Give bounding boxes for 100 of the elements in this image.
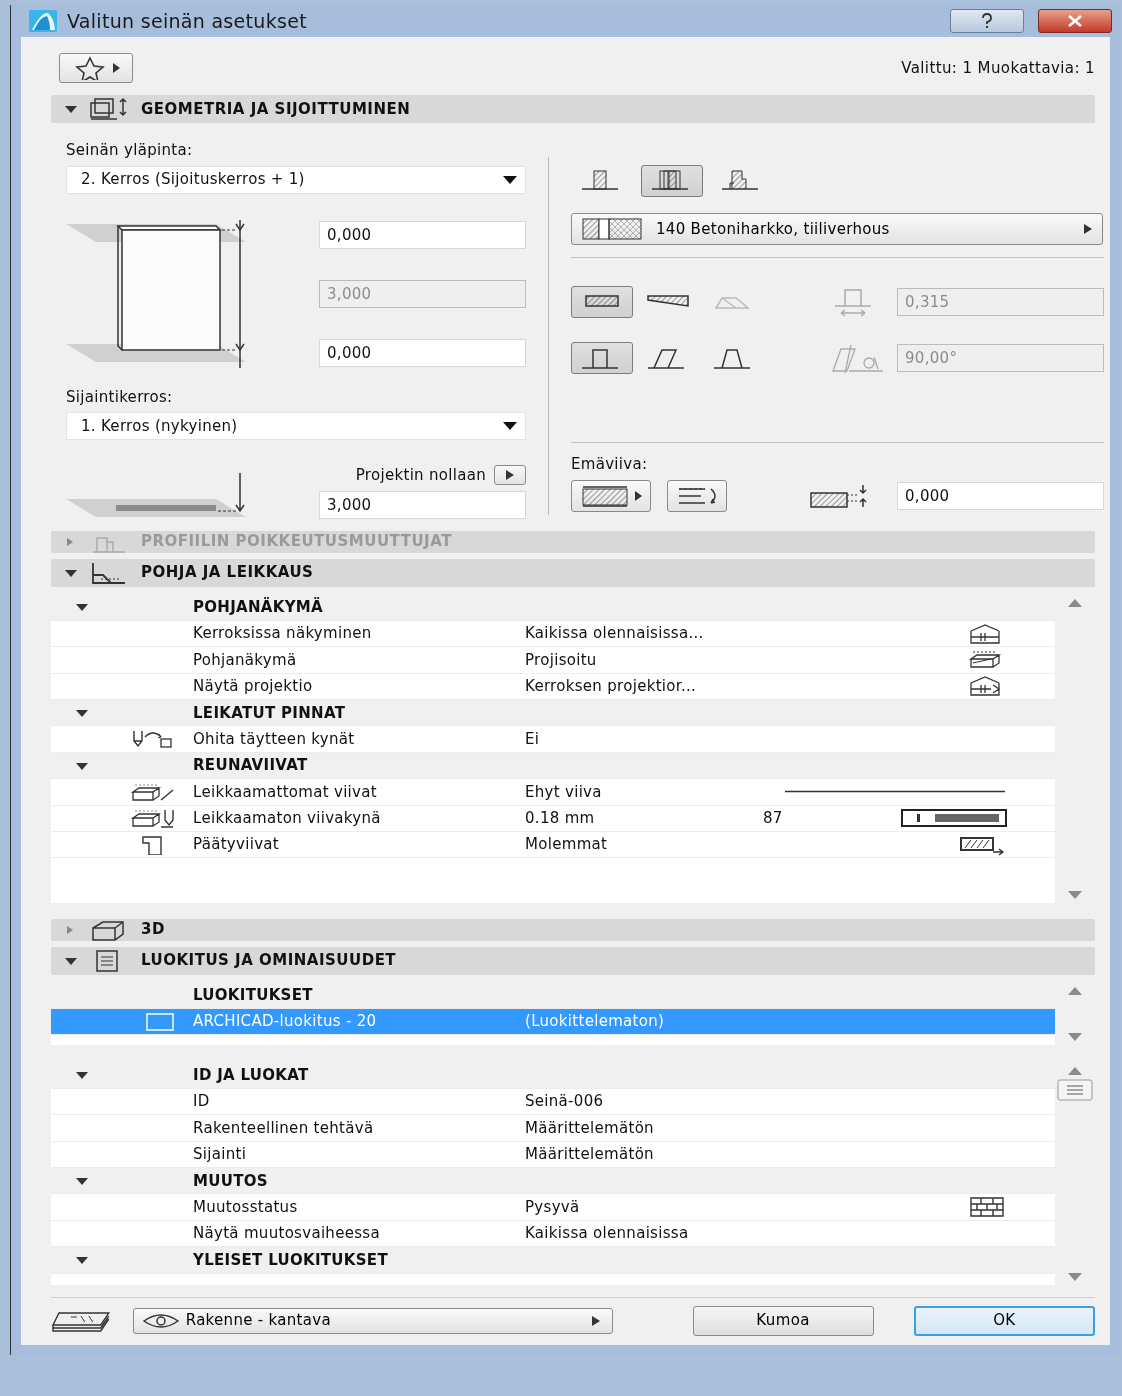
composite-dropdown[interactable]: 140 Betoniharkko, tiiliverhous: [571, 213, 1103, 245]
reference-menu-button[interactable]: [494, 465, 526, 486]
scroll-up-icon[interactable]: [1068, 1066, 1082, 1075]
window-title: Valitun seinän asetukset: [67, 8, 307, 34]
thickness-icon: [833, 286, 873, 318]
property-value: 0.18 mm: [525, 808, 595, 830]
collapse-triangle-icon[interactable]: [76, 1176, 88, 1185]
play-arrow-icon: [1084, 224, 1092, 234]
app-logo-icon: [29, 10, 57, 32]
composite-wall-button[interactable]: [641, 165, 703, 197]
property-value: Kaikissa olennaisissa: [525, 1223, 689, 1245]
section-header[interactable]: 3D: [51, 918, 1095, 941]
section-title: 3D: [141, 919, 165, 941]
height-field[interactable]: 0,000: [319, 220, 526, 249]
scroll-up-icon[interactable]: [1068, 986, 1082, 995]
scroll-thumb-icon[interactable]: [1057, 1078, 1093, 1101]
scroll-down-icon[interactable]: [1068, 890, 1082, 899]
section-header[interactable]: GEOMETRIA JA SIJOITTUMINEN: [51, 95, 1095, 123]
property-row[interactable]: Leikkaamaton viivakynä 0.18 mm 87: [51, 805, 1055, 832]
property-label: Päätyviivat: [193, 834, 280, 856]
top-link-dropdown[interactable]: 2. Kerros (Sijoituskerros + 1): [66, 165, 526, 194]
property-row[interactable]: Muutosstatus Pysyvä: [51, 1194, 1055, 1221]
property-row[interactable]: Rakenteellinen tehtävä Määrittelemätön: [51, 1115, 1055, 1142]
group-title: LUOKITUKSET: [193, 984, 314, 1006]
pen-number: 87: [763, 808, 783, 830]
collapse-triangle-icon[interactable]: [76, 1255, 88, 1264]
scroll-down-icon[interactable]: [1068, 1272, 1082, 1281]
group-title: POHJANÄKYMÄ: [193, 596, 324, 618]
group-title: MUUTOS: [193, 1170, 269, 1192]
collapse-triangle-icon[interactable]: [76, 761, 88, 770]
help-icon: [981, 13, 993, 29]
collapse-triangle-icon[interactable]: [76, 603, 88, 612]
dialog-button[interactable]: Kumoa: [692, 1305, 874, 1336]
property-row[interactable]: Päätyviivat Molemmat: [51, 832, 1055, 859]
uncut-pen-icon: [131, 808, 175, 829]
eye-icon: [141, 1312, 180, 1329]
property-label: Näytä projektio: [193, 676, 314, 698]
offset-field[interactable]: 0,000: [897, 481, 1104, 510]
brick-wall-icon: [967, 1196, 1007, 1219]
pen-override-icon: [131, 729, 175, 750]
collapse-triangle-icon[interactable]: [65, 105, 77, 113]
flip-reference-line-button[interactable]: [667, 479, 727, 512]
star-icon: [72, 56, 107, 80]
close-icon: [1067, 15, 1083, 27]
field-label: Projektin nollaan: [355, 465, 486, 486]
dropdown-caret-icon: [503, 422, 517, 430]
height-field[interactable]: 0,000: [319, 338, 526, 367]
close-button[interactable]: [1038, 9, 1112, 33]
property-row[interactable]: ID Seinä-006: [51, 1088, 1055, 1116]
dialog-button[interactable]: OK: [913, 1305, 1095, 1336]
field-label: Emäviiva:: [571, 454, 649, 475]
selection-info: Valittu: 1 Muokattavia: 1: [901, 57, 1095, 79]
property-value: Seinä-006: [525, 1091, 604, 1113]
property-value: Ei: [525, 728, 540, 750]
help-button[interactable]: [950, 9, 1024, 33]
scroll-down-icon[interactable]: [1068, 1032, 1082, 1041]
property-row[interactable]: Leikkaamattomat viivat Ehyt viiva: [51, 779, 1055, 806]
collapse-triangle-icon[interactable]: [65, 568, 77, 577]
elevation-field[interactable]: 3,000: [319, 490, 526, 519]
straight-wall-button[interactable]: [571, 286, 633, 318]
property-value: Kerroksen projektior...: [525, 676, 697, 698]
group-title: YLEISET LUOKITUKSET: [193, 1249, 389, 1271]
property-label: Kerroksissa näkyminen: [193, 623, 373, 645]
scroll-up-icon[interactable]: [1068, 598, 1082, 607]
property-row[interactable]: Kerroksissa näkyminen Kaikissa olennaisissa...: [51, 620, 1055, 648]
dropdown-caret-icon: [503, 175, 517, 184]
collapse-triangle-icon[interactable]: [76, 708, 88, 717]
collapse-triangle-icon[interactable]: [65, 956, 77, 965]
property-value: Pysyvä: [525, 1196, 580, 1218]
field-label: Sijaintikerros:: [66, 386, 174, 408]
property-label: Pohjanäkymä: [193, 649, 298, 671]
group-title: LEIKATUT PINNAT: [193, 702, 347, 724]
property-value: Molemmat: [525, 834, 608, 856]
pen-weight-swatch-icon: [901, 807, 1007, 830]
property-value: Määrittelemätön: [525, 1144, 654, 1166]
line-sample-icon: [785, 790, 1007, 794]
property-label: Leikkaamaton viivakynä: [193, 808, 382, 830]
group-title: REUNAVIIVAT: [193, 755, 309, 777]
property-label: Näytä muutosvaiheessa: [193, 1223, 381, 1245]
layer-dropdown[interactable]: Rakenne - kantava: [132, 1307, 613, 1334]
section-title: GEOMETRIA JA SIJOITTUMINEN: [141, 98, 411, 120]
favorites-button[interactable]: [59, 53, 133, 83]
uncut-lines-icon: [131, 781, 175, 802]
play-arrow-icon: [634, 490, 642, 501]
play-arrow-icon: [591, 1315, 600, 1326]
property-row[interactable]: Ohita täytteen kynät Ei: [51, 726, 1055, 753]
vertical-wall-button[interactable]: [571, 342, 633, 374]
property-row[interactable]: Pohjanäkymä Projisoitu: [51, 647, 1055, 674]
collapse-triangle-icon[interactable]: [76, 1071, 88, 1080]
section-header[interactable]: POHJA JA LEIKKAUS: [51, 558, 1095, 587]
property-value: Projisoitu: [525, 649, 597, 671]
reference-line-icon: [580, 483, 629, 508]
property-label: Muutosstatus: [193, 1196, 299, 1218]
property-label: Rakenteellinen tehtävä: [193, 1117, 375, 1139]
home-story-dropdown[interactable]: 1. Kerros (nykyinen): [66, 412, 526, 440]
reference-line-button[interactable]: [571, 479, 651, 512]
section-header[interactable]: LUOKITUS JA OMINAISUUDET: [51, 946, 1095, 975]
group-title: ID JA LUOKAT: [193, 1064, 310, 1086]
property-value: Ehyt viiva: [525, 781, 602, 803]
property-label: Leikkaamattomat viivat: [193, 781, 378, 803]
